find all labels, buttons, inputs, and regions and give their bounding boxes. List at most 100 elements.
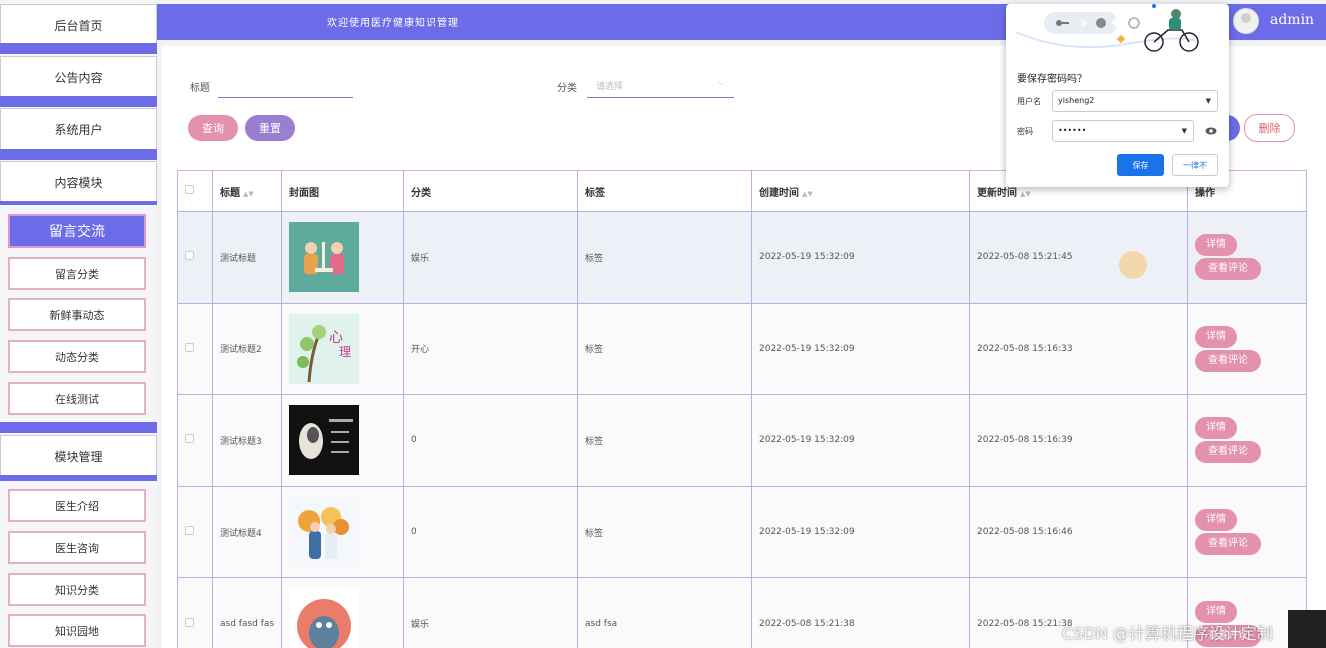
detail-button[interactable]: 详情 [1195,417,1237,440]
cell-cover [281,394,404,487]
cell-actions: 详情 查看评论 [1187,211,1307,304]
cell-category: 0 [403,485,578,579]
cell-tag: 标签 [577,302,752,396]
password-field[interactable]: •••••• ▼ [1052,120,1194,142]
sidebar-item-messages-active[interactable]: 留言交流 [8,214,146,248]
cell-actions: 详情 查看评论 [1187,302,1307,396]
cell-tag: 标签 [577,394,752,487]
cell-tag: 标签 [577,485,752,579]
dropdown-arrow-icon[interactable]: ▼ [1182,121,1187,141]
select-all-checkbox[interactable] [185,185,194,194]
cover-image: 心理 [289,313,359,384]
row-checkbox[interactable] [185,526,194,536]
header-category-text: 分类 [411,187,431,199]
corner-overlay [1288,610,1326,648]
username-field[interactable]: yisheng2 ▼ [1052,90,1218,112]
header-title[interactable]: 标题 ▲▼ [212,170,282,212]
header-title: 欢迎使用医疗健康知识管理 [327,18,459,29]
row-checkbox-cell[interactable] [177,211,213,304]
header-cover-text: 封面图 [289,187,319,199]
row-checkbox-cell[interactable] [177,577,213,648]
row-checkbox-cell[interactable] [177,302,213,396]
view-comments-button[interactable]: 查看评论 [1195,258,1261,281]
header-category: 分类 [403,170,578,212]
header-actions-text: 操作 [1195,187,1215,199]
never-save-button[interactable]: 一律不 [1172,154,1218,176]
eye-icon[interactable] [1205,127,1217,135]
username-label: 用户名 [1017,97,1041,106]
header-title-text: 标题 [220,187,240,199]
save-password-dialog: 要保存密码吗？ 用户名 yisheng2 ▼ 密码 •••••• ▼ 保存 一律… [1006,4,1229,187]
row-checkbox[interactable] [185,617,194,627]
cell-category: 0 [403,394,578,487]
row-checkbox[interactable] [185,342,194,352]
svg-text:理: 理 [339,345,351,359]
header-updated-text: 更新时间 [977,187,1017,199]
cover-image [289,497,359,568]
row-checkbox-cell[interactable] [177,394,213,487]
sidebar-divider [0,43,157,54]
delete-button[interactable]: 删除 [1244,114,1295,142]
sidebar-sub-news-category[interactable]: 动态分类 [8,340,146,373]
cell-cover [281,577,404,648]
row-checkbox[interactable] [185,434,194,444]
sidebar-sub-knowledge-category[interactable]: 知识分类 [8,573,146,606]
sidebar-sub-consult[interactable]: 医生咨询 [8,531,146,564]
reset-button[interactable]: 重置 [245,115,295,141]
password-illustration-icon [1015,4,1199,52]
sidebar-item-users[interactable]: 系统用户 [0,108,157,150]
view-comments-button[interactable]: 查看评论 [1195,533,1261,556]
cell-cover [281,485,404,579]
cover-image [289,588,359,648]
cell-title: 测试标题 [212,211,282,304]
user-name[interactable]: admin [1270,12,1314,28]
sidebar-divider [0,149,157,160]
cursor-highlight [1119,251,1147,279]
sidebar-sub-online-test[interactable]: 在线测试 [8,382,146,415]
table-row: 测试标题3 0 标签 2022-05-19 15:32:09 2022-05-0… [177,394,1307,487]
save-password-button[interactable]: 保存 [1117,154,1164,176]
avatar[interactable] [1233,8,1259,34]
detail-button[interactable]: 详情 [1195,234,1237,257]
sidebar-item-home[interactable]: 后台首页 [0,4,157,46]
cell-created: 2022-05-19 15:32:09 [751,302,970,396]
table-row: 测试标题4 0 标签 2022-05-19 15:32:09 2022-05-0… [177,485,1307,579]
category-select[interactable]: 请选择 [596,79,623,92]
watermark: CSDN @计算机程序设计定制 [1062,624,1273,643]
sidebar-item-modules[interactable]: 模块管理 [0,435,157,477]
view-comments-button[interactable]: 查看评论 [1195,349,1261,372]
cell-created: 2022-05-19 15:32:09 [751,485,970,579]
sidebar-item-notices[interactable]: 公告内容 [0,56,157,98]
row-checkbox-cell[interactable] [177,485,213,579]
sidebar-sub-doctors[interactable]: 医生介绍 [8,489,146,522]
detail-button[interactable]: 详情 [1195,509,1237,532]
cover-image [289,222,359,293]
sidebar-divider [0,201,157,205]
cell-created: 2022-05-19 15:32:09 [751,211,970,304]
title-input[interactable] [218,97,353,98]
cell-updated: 2022-05-08 15:21:45 [969,211,1188,304]
header-created[interactable]: 创建时间 ▲▼ [751,170,970,212]
dropdown-arrow-icon[interactable]: ▼ [1206,91,1211,111]
sidebar-sub-message-category[interactable]: 留言分类 [8,257,146,290]
detail-button[interactable]: 详情 [1195,325,1237,348]
cell-created: 2022-05-19 15:32:09 [751,394,970,487]
header-checkbox-cell[interactable] [177,170,213,212]
sidebar-sub-news[interactable]: 新鲜事动态 [8,298,146,331]
sidebar-divider [0,475,157,481]
cover-image [289,405,359,476]
sidebar-item-content[interactable]: 内容模块 [0,161,157,203]
cell-updated: 2022-05-08 15:16:39 [969,394,1188,487]
query-button[interactable]: 查询 [188,115,238,141]
cell-tag: 标签 [577,211,752,304]
row-checkbox[interactable] [185,251,194,261]
password-label: 密码 [1017,127,1033,136]
sort-icon[interactable]: ▲▼ [243,190,254,198]
sidebar-sub-knowledge[interactable]: 知识园地 [8,614,146,647]
sort-icon[interactable]: ▲▼ [802,190,813,198]
cell-category: 开心 [403,302,578,396]
header-created-text: 创建时间 [759,187,799,199]
view-comments-button[interactable]: 查看评论 [1195,441,1261,464]
header-cover: 封面图 [281,170,404,212]
sort-icon[interactable]: ▲▼ [1020,190,1031,198]
